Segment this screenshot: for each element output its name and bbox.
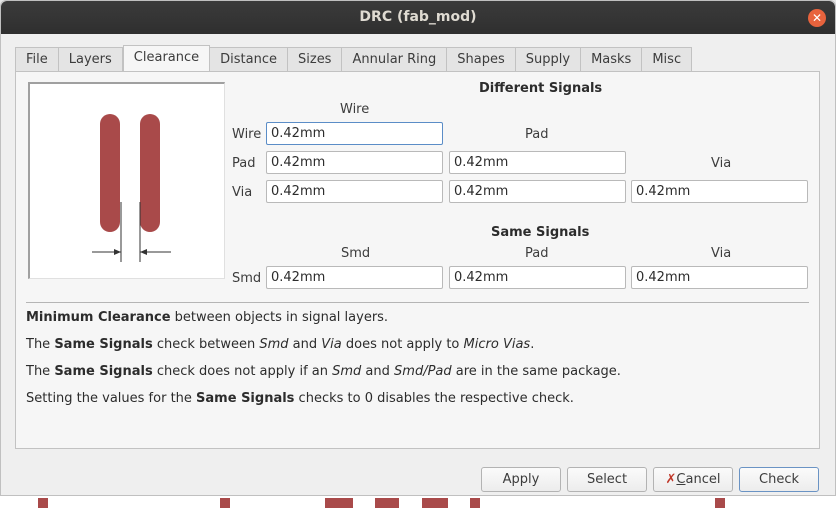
tab-file[interactable]: File <box>15 47 59 73</box>
via-wire-input[interactable]: 0.42mm <box>266 180 443 203</box>
tab-bar: File Layers Clearance Distance Sizes Ann… <box>15 45 693 73</box>
col-smd-label: Smd <box>341 246 371 261</box>
select-button[interactable]: Select <box>567 467 647 492</box>
col-same-via-label: Via <box>711 246 732 261</box>
tab-sizes[interactable]: Sizes <box>288 47 343 73</box>
tab-masks[interactable]: Masks <box>581 47 643 73</box>
cancel-button[interactable]: ✗Cancel <box>653 467 733 492</box>
different-signals-header: Different Signals <box>479 81 603 96</box>
board-trace <box>470 498 480 508</box>
row-via-label: Via <box>232 185 253 200</box>
separator <box>26 302 809 303</box>
tab-distance[interactable]: Distance <box>210 47 288 73</box>
tab-misc[interactable]: Misc <box>642 47 693 73</box>
via-via-input[interactable]: 0.42mm <box>631 180 808 203</box>
check-button[interactable]: Check <box>739 467 819 492</box>
board-trace <box>715 498 725 508</box>
tab-clearance[interactable]: Clearance <box>122 45 211 73</box>
board-trace <box>375 498 399 508</box>
col-via-label: Via <box>711 156 732 171</box>
tab-supply[interactable]: Supply <box>515 47 582 73</box>
info-line-3: The Same Signals check does not apply if… <box>26 364 621 379</box>
pad-wire-input[interactable]: 0.42mm <box>266 151 443 174</box>
apply-button[interactable]: Apply <box>481 467 561 492</box>
cancel-icon: ✗ <box>665 472 677 487</box>
col-same-pad-label: Pad <box>525 246 549 261</box>
smd-pad-input[interactable]: 0.42mm <box>449 266 626 289</box>
col-wire-label: Wire <box>340 102 370 117</box>
window-title: DRC (fab_mod) <box>1 1 835 34</box>
board-trace <box>422 498 448 508</box>
clearance-dimension-icon <box>92 202 171 262</box>
clearance-preview-image <box>28 82 225 279</box>
drc-dialog: DRC (fab_mod) ✕ File Layers Clearance Di… <box>0 0 836 496</box>
pad-pad-input[interactable]: 0.42mm <box>449 151 626 174</box>
row-pad-label: Pad <box>232 156 256 171</box>
tab-annular-ring[interactable]: Annular Ring <box>342 47 448 73</box>
board-trace <box>38 498 48 508</box>
wire-wire-input[interactable]: 0.42mm <box>266 122 443 145</box>
close-icon[interactable]: ✕ <box>808 9 826 27</box>
info-line-4: Setting the values for the Same Signals … <box>26 391 574 406</box>
tab-layers[interactable]: Layers <box>58 47 123 73</box>
row-smd-label: Smd <box>232 271 262 286</box>
board-trace <box>220 498 230 508</box>
col-pad-label: Pad <box>525 127 549 142</box>
board-trace <box>325 498 353 508</box>
via-pad-input[interactable]: 0.42mm <box>449 180 626 203</box>
smd-via-input[interactable]: 0.42mm <box>631 266 808 289</box>
info-line-2: The Same Signals check between Smd and V… <box>26 337 535 352</box>
clearance-panel: Different Signals Wire Pad Via Wire Pad … <box>15 71 820 449</box>
row-wire-label: Wire <box>232 127 262 142</box>
tab-shapes[interactable]: Shapes <box>447 47 516 73</box>
smd-smd-input[interactable]: 0.42mm <box>266 266 443 289</box>
info-line-1: Minimum Clearance between objects in sig… <box>26 310 389 325</box>
same-signals-header: Same Signals <box>491 225 590 240</box>
